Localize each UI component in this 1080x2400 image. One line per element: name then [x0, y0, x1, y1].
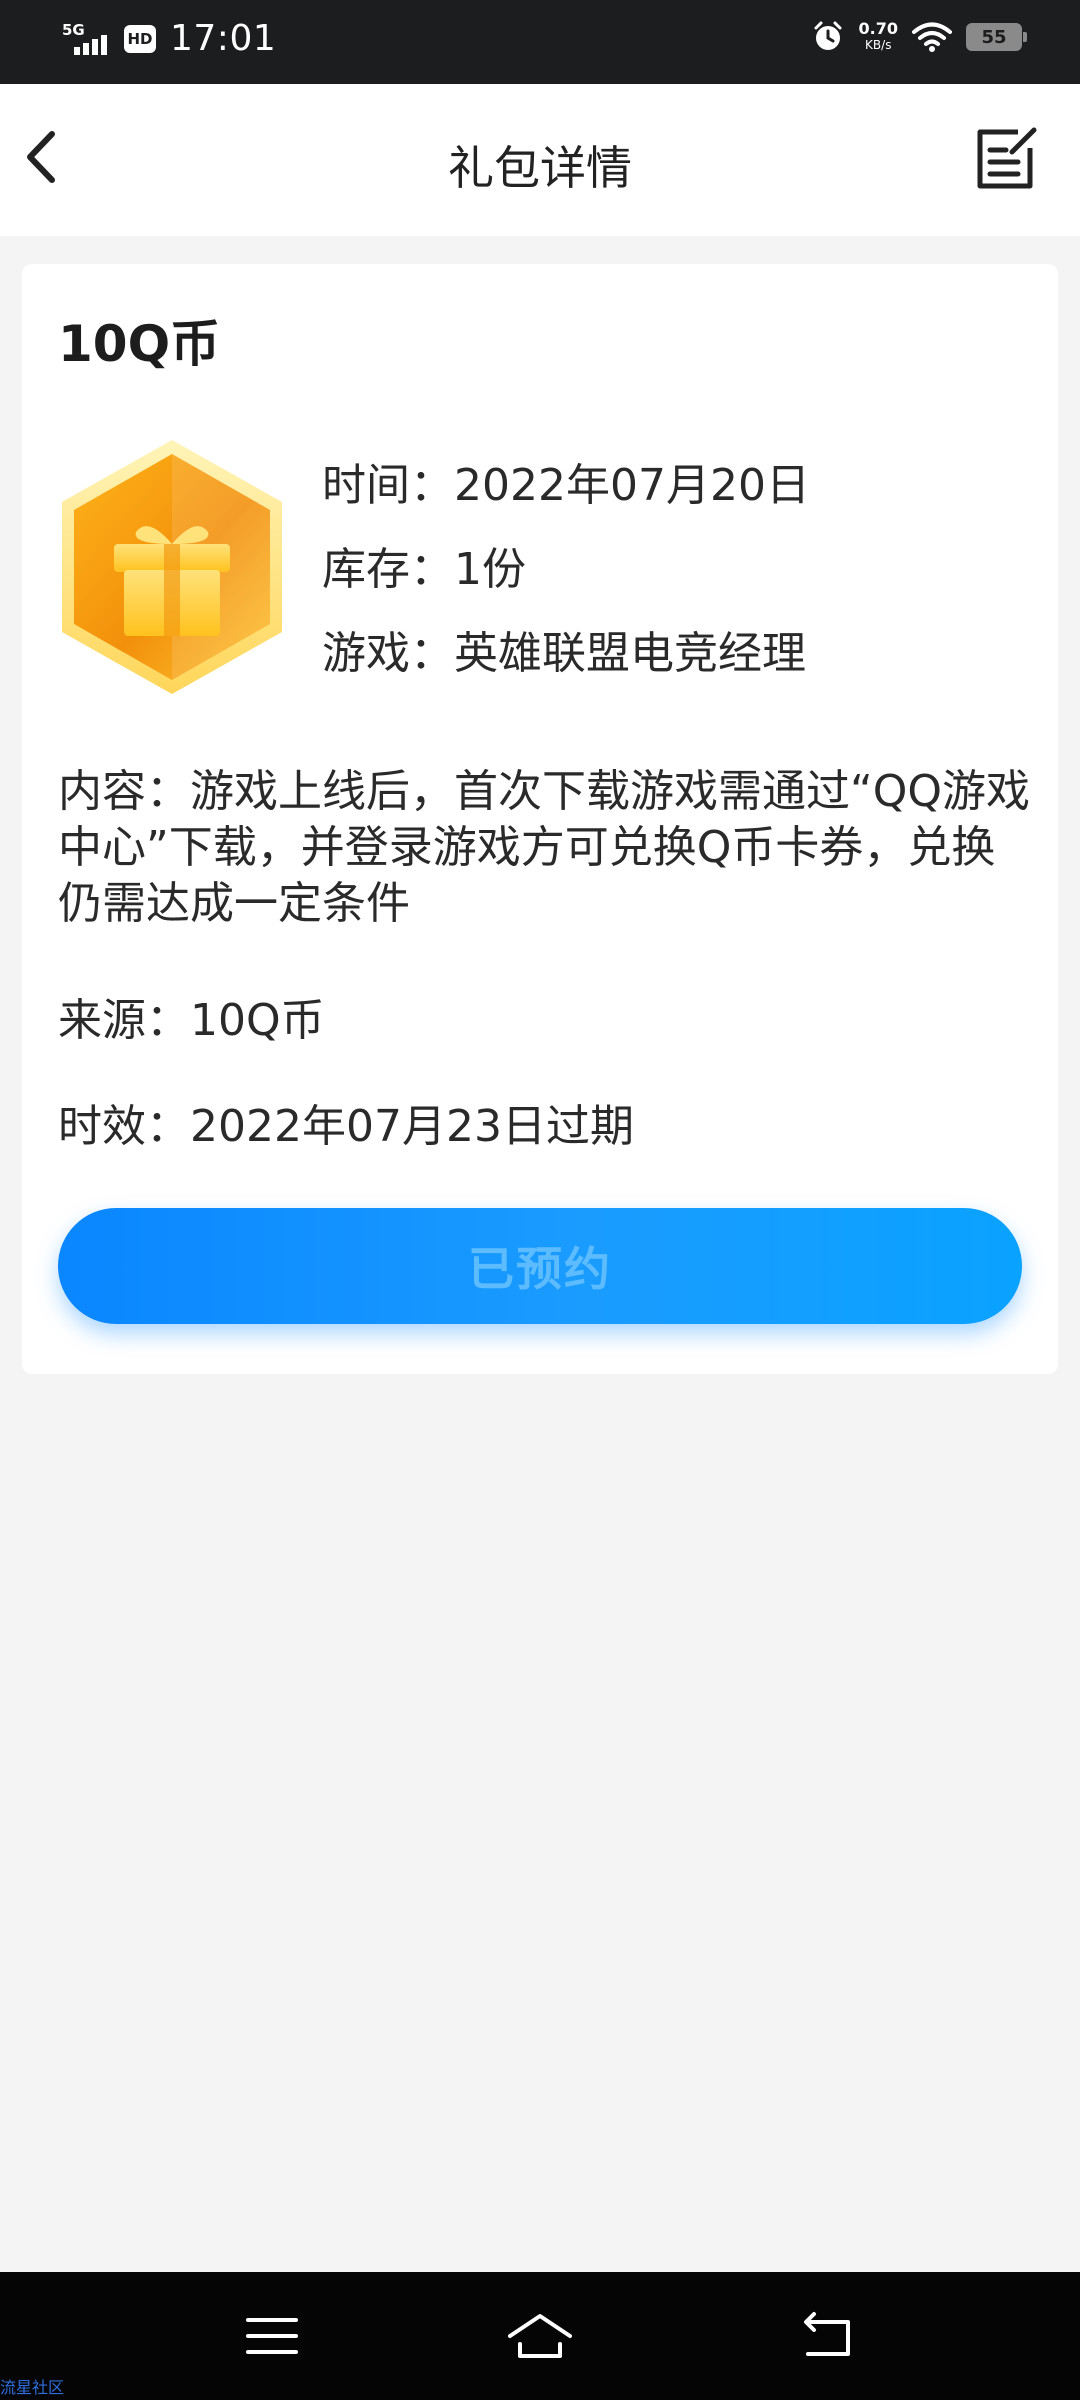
home-icon[interactable] — [504, 2308, 576, 2364]
expire-value: 2022年07月23日过期 — [190, 1101, 634, 1152]
info-value: 2022年07月20日 — [454, 460, 810, 511]
reserved-button[interactable]: 已预约 — [58, 1208, 1022, 1324]
hd-badge: HD — [124, 24, 156, 53]
edit-note-icon[interactable] — [972, 126, 1038, 192]
status-right: 0.70 KB/s 55 — [811, 20, 1027, 54]
info-label: 时间： — [322, 460, 454, 511]
gift-card: 10Q币 时间：2022年07月20日 库存：1份 游戏：英雄联盟电竞经理 内容… — [22, 264, 1058, 1374]
source-label: 来源： — [58, 995, 190, 1046]
source-value: 10Q币 — [190, 995, 325, 1046]
alarm-icon — [814, 21, 842, 50]
gift-info-list: 时间：2022年07月20日 库存：1份 游戏：英雄联盟电竞经理 — [322, 444, 810, 696]
info-value: 英雄联盟电竞经理 — [454, 628, 806, 679]
expire-label: 时效： — [58, 1101, 190, 1152]
network-speed: 0.70 KB/s — [859, 21, 898, 53]
info-label: 游戏： — [322, 628, 454, 679]
content-text: 游戏上线后，首次下载游戏需通过“QQ游戏中心”下载，并登录游戏方可兑换Q币卡券，… — [58, 766, 1031, 929]
battery-icon: 55 — [966, 23, 1027, 51]
info-value: 1份 — [454, 544, 526, 595]
gift-box-icon — [62, 440, 282, 694]
gift-expiry: 时效：2022年07月23日过期 — [58, 1090, 634, 1154]
info-row-stock: 库存：1份 — [322, 528, 810, 612]
speed-value: 0.70 — [858, 19, 898, 38]
gift-content: 内容：游戏上线后，首次下载游戏需通过“QQ游戏中心”下载，并登录游戏方可兑换Q币… — [58, 764, 1038, 932]
clock: 17:01 — [170, 18, 277, 59]
status-bar: 5G HD 17:01 0.70 KB/s 55 — [0, 0, 1080, 84]
status-left: 5G HD 17:01 — [60, 18, 276, 59]
content-label: 内容： — [58, 766, 190, 817]
signal-icon: 5G — [60, 19, 110, 59]
back-icon[interactable] — [794, 2308, 858, 2364]
gift-source: 来源：10Q币 — [58, 984, 325, 1048]
gift-name: 10Q币 — [58, 315, 221, 373]
info-label: 库存： — [322, 544, 454, 595]
watermark: 流星社区 — [0, 2378, 65, 2397]
speed-unit: KB/s — [865, 38, 892, 52]
menu-icon[interactable] — [240, 2308, 304, 2364]
battery-level: 55 — [981, 26, 1007, 48]
wifi-icon — [912, 22, 952, 52]
info-row-game: 游戏：英雄联盟电竞经理 — [322, 612, 810, 696]
info-row-time: 时间：2022年07月20日 — [322, 444, 810, 528]
system-nav-bar: 流星社区 — [0, 2272, 1080, 2400]
page-title: 礼包详情 — [448, 141, 632, 195]
header: 礼包详情 — [0, 84, 1080, 236]
